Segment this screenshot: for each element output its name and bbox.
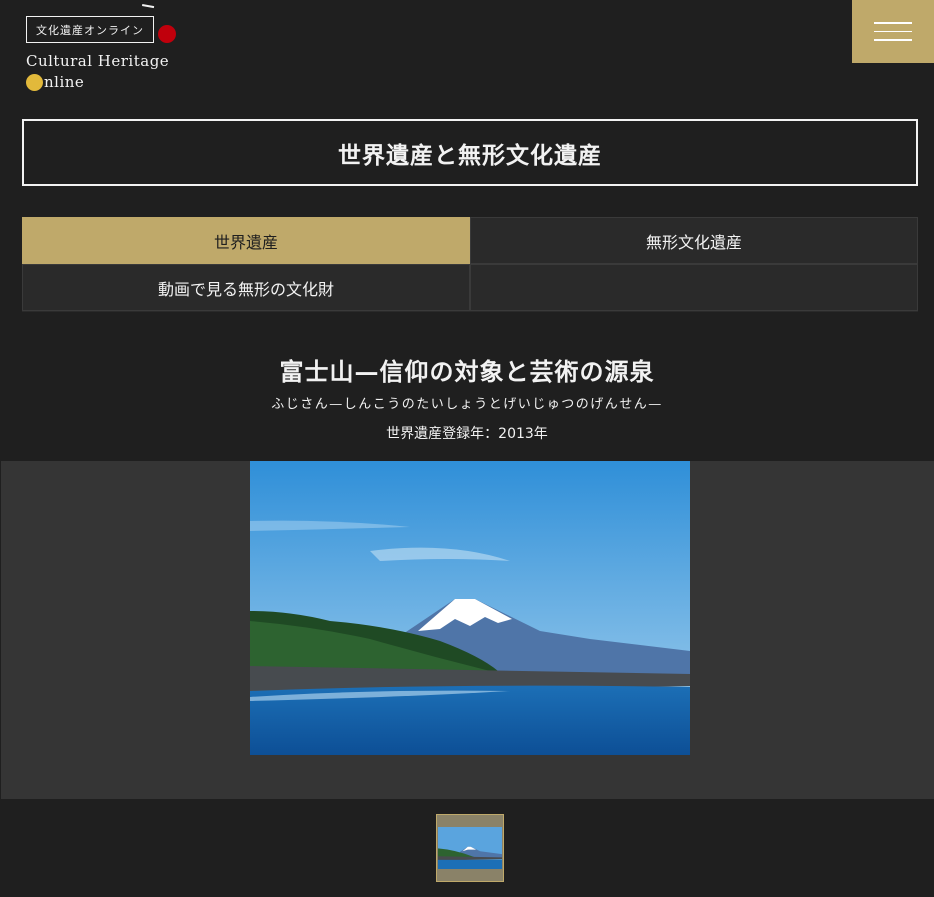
- mount-fuji-photo: [250, 461, 690, 755]
- heritage-title: 富士山—信仰の対象と芸術の源泉: [279, 357, 655, 386]
- hamburger-icon: [874, 22, 912, 24]
- main-photo[interactable]: [250, 461, 690, 755]
- photo-gallery: [1, 461, 934, 799]
- logo-en-line2: nline: [26, 72, 84, 92]
- logo-jp-text: 文化遺産オンライン: [26, 16, 154, 43]
- gold-o-icon: [26, 73, 43, 91]
- tab-empty-cell: [470, 264, 918, 311]
- heritage-year: 世界遺産登録年：2013年: [386, 426, 548, 442]
- heritage-reading: ふじさん—しんこうのたいしょうとげいじゅつのげんせん—: [271, 397, 663, 412]
- thumbnail-item[interactable]: [436, 814, 504, 882]
- logo-en-line1: Cultural Heritage: [26, 52, 170, 70]
- hamburger-icon: [874, 39, 912, 41]
- logo-decoration: [142, 4, 155, 9]
- tab-intangible-heritage[interactable]: 無形文化遺産: [470, 217, 918, 264]
- logo-en-line2-text: nline: [44, 73, 85, 91]
- category-tabs: 世界遺産 無形文化遺産 動画で見る無形の文化財: [22, 217, 918, 312]
- mount-fuji-thumbnail: [438, 827, 502, 869]
- site-logo[interactable]: 文化遺産オンライン Cultural Heritage nline: [24, 4, 184, 96]
- menu-button[interactable]: [852, 0, 934, 63]
- hamburger-icon: [874, 30, 912, 33]
- thumbnail-strip: [0, 799, 934, 897]
- tab-video-intangible[interactable]: 動画で見る無形の文化財: [22, 264, 470, 311]
- red-dot-icon: [158, 25, 176, 43]
- tab-world-heritage[interactable]: 世界遺産: [22, 217, 470, 264]
- page-title: 世界遺産と無形文化遺産: [22, 119, 918, 186]
